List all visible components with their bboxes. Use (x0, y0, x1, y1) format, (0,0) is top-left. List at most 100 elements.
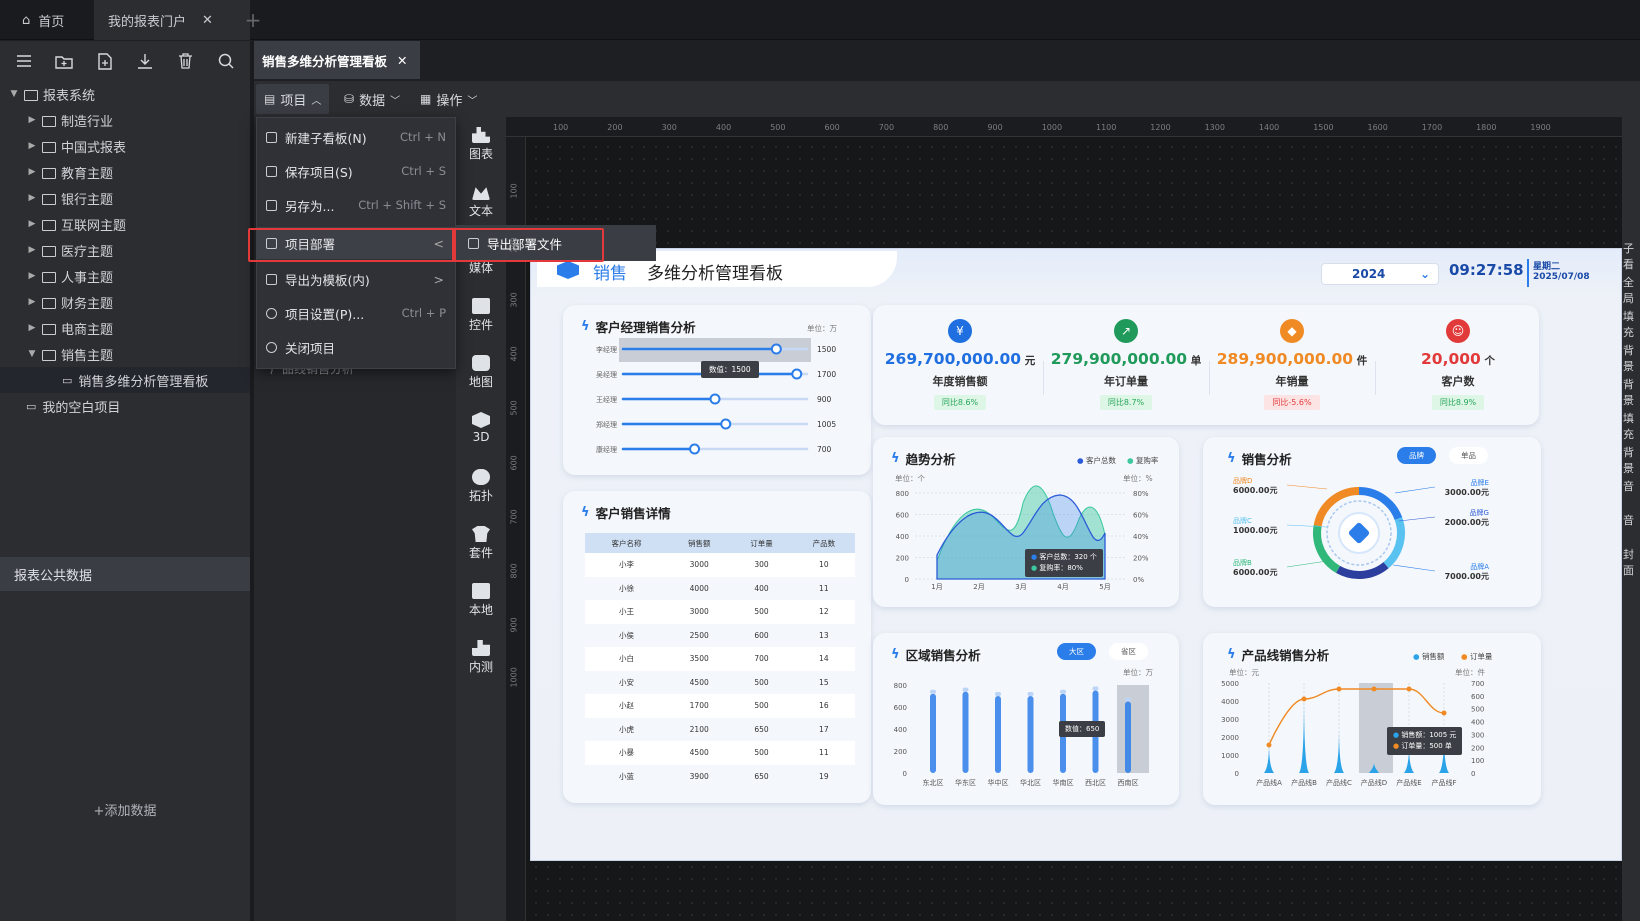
chevron-right-icon[interactable]: ▶ (26, 297, 38, 307)
year-select[interactable]: 2024 ⌄ (1321, 263, 1439, 285)
tab-home[interactable]: ⌂ 首页 (8, 0, 93, 40)
tooltip-line: ● 销售额：1005 元 (1393, 731, 1457, 739)
chevron-right-icon[interactable]: ▶ (26, 167, 38, 177)
tree-folder-label: 财务主题 (61, 296, 114, 312)
component-suite[interactable]: 套件 (456, 526, 506, 561)
component-control[interactable]: 控件 (456, 298, 506, 333)
delete-icon[interactable] (175, 51, 195, 71)
new-file-icon[interactable] (95, 51, 115, 71)
menu-item-export-template[interactable]: 导出为模板(内) > (256, 261, 456, 297)
tree-folder[interactable]: ▶ 医疗主题 (0, 237, 250, 263)
tree-folder[interactable]: ▶ 银行主题 (0, 185, 250, 211)
menu-icon[interactable] (14, 51, 34, 71)
tree-folder[interactable]: ▼ 销售主题 (0, 341, 250, 367)
trend-card[interactable]: ϟ 趋势分析 ● 客户总数 ● 复购率 单位：个 单位：% 800 80% 600 60… (873, 437, 1179, 607)
ruler-tick-label: 1100 (1096, 123, 1117, 132)
table-cell: 700 (730, 647, 793, 671)
menu-project[interactable]: ▤ 项目 ︿ (256, 84, 330, 114)
chevron-right-icon[interactable]: ▶ (26, 193, 38, 203)
component-text[interactable]: 文本 (456, 184, 506, 219)
download-icon[interactable] (135, 51, 155, 71)
region-bar-cap (930, 689, 936, 694)
product-line-card[interactable]: ϟ 产品线销售分析 ● 销售额 ● 订单量 单位：元 单位：件 5000 4000 3… (1203, 633, 1541, 805)
tree-folder[interactable]: ▶ 人事主题 (0, 263, 250, 289)
chevron-right-icon[interactable]: ▶ (26, 115, 38, 125)
menu-operate-label: 操作 (436, 93, 463, 109)
clock-divider (1527, 259, 1529, 287)
menu-item-close[interactable]: 关闭项目 (256, 329, 456, 365)
component-map[interactable]: 地图 (456, 355, 506, 390)
tree-item-label: 我的空白项目 (42, 400, 121, 416)
table-cell: 10 (792, 553, 855, 577)
clock-weekday: 星期二 (1533, 262, 1561, 272)
menu-item-save[interactable]: 保存项目(S) Ctrl + S (256, 153, 456, 189)
component-3d[interactable]: 3D (456, 412, 506, 444)
highlight-box (248, 228, 456, 262)
kpi-value: 20,000 (1421, 350, 1481, 368)
chevron-down-icon[interactable]: ▼ (26, 349, 38, 359)
x-tick-label: 西北区 (1085, 779, 1106, 787)
ruler-tick-label: 700 (878, 123, 895, 132)
control-icon (472, 298, 490, 314)
chevron-right-icon[interactable]: ▶ (26, 245, 38, 255)
tree-folder[interactable]: ▶ 财务主题 (0, 289, 250, 315)
chevron-right-icon[interactable]: ▶ (26, 323, 38, 333)
tree-folder[interactable]: ▶ 教育主题 (0, 159, 250, 185)
region-bar (1125, 701, 1131, 773)
tree-folder[interactable]: ▶ 电商主题 (0, 315, 250, 341)
donut-label-name: 品牌C (1233, 516, 1252, 525)
tree-folder[interactable]: ▶ 中国式报表 (0, 133, 250, 159)
clock-time: 09:27:58 (1449, 261, 1524, 279)
region-sales-card[interactable]: ϟ 区域销售分析 大区 省区 单位：万 800 600 400 200 0 东北区 华东区 华中… (873, 633, 1179, 805)
new-folder-icon[interactable] (54, 51, 74, 71)
search-icon[interactable] (216, 51, 236, 71)
customer-detail-card[interactable]: ϟ 客户销售详情 客户名称 销售额 订单量 产品数 小李 3000 300 10 小徐 4000 4… (563, 491, 871, 803)
close-icon[interactable]: ✕ (397, 53, 407, 68)
table-row: 小安 4500 500 15 (585, 671, 855, 695)
puzzle-icon (472, 583, 490, 599)
kpi-label: 年订单量 (1104, 375, 1148, 388)
manager-sales-card[interactable]: ϟ 客户经理销售分析 单位：万 李经理 1500 吴经理 1700 王经理 900 郑经理 10… (563, 305, 871, 475)
component-local[interactable]: 本地 (456, 583, 506, 618)
tree-item[interactable]: ▭ 我的空白项目 (0, 393, 250, 419)
component-beta[interactable]: 内测 (456, 640, 506, 675)
sidebar-toolbar (0, 41, 250, 81)
component-chart[interactable]: 图表 (456, 127, 506, 162)
document-tab[interactable]: 销售多维分析管理看板 ✕ (254, 41, 420, 79)
tooltip-line: ● 复购率：80% (1031, 564, 1083, 572)
ruler-tick-label: 1900 (1530, 123, 1551, 132)
menu-data[interactable]: ⛁ 数据 ﹀ (336, 84, 408, 114)
y2-tick-label: 700 (1471, 680, 1484, 688)
tree-root[interactable]: ▼ 报表系统 (0, 81, 250, 107)
menu-operate[interactable]: ▦ 操作 ﹀ (412, 84, 485, 114)
tree-item-selected[interactable]: ▭ 销售多维分析管理看板 (0, 367, 250, 393)
close-icon[interactable]: ✕ (202, 13, 213, 28)
table-cell: 4500 (689, 677, 709, 687)
tab-portal-label: 我的报表门户 (108, 14, 187, 30)
report-tree: ▼ 报表系统 ▶ 制造行业 ▶ 中国式报表 ▶ 教育主题 ▶ 银行主题 ▶ 互联网主题 ▶ 医… (0, 81, 250, 419)
trend-tooltip: ● 客户总数：320 个 ● 复购率：80% (1025, 549, 1103, 577)
chevron-right-icon[interactable]: ▶ (26, 219, 38, 229)
public-data-header[interactable]: 报表公共数据 (0, 557, 250, 591)
dashboard-preview[interactable]: 销售 多维分析管理看板 2024 ⌄ 09:27:58 星期二 2025/07/0… (530, 248, 1622, 861)
sales-analysis-card[interactable]: ϟ 销售分析 品牌 单品 品牌D 6000.00元 品牌C 1000.00元 品牌B 600… (1203, 437, 1541, 607)
table-cell: 11 (819, 583, 829, 593)
tree-folder[interactable]: ▶ 互联网主题 (0, 211, 250, 237)
region-bar-chart: 800 600 400 200 0 东北区 华东区 华中区 华北区 华南区 西北区 西南区 (894, 682, 1149, 787)
add-data-button[interactable]: +添加数据 (0, 800, 250, 819)
tree-folder[interactable]: ▶ 制造行业 (0, 107, 250, 133)
chevron-right-icon[interactable]: ▶ (26, 271, 38, 281)
table-cell: 300 (730, 553, 793, 577)
menu-item-new-sub-board[interactable]: 新建子看板(N) Ctrl + N (256, 119, 456, 155)
menu-item-settings[interactable]: 项目设置(P)... Ctrl + P (256, 295, 456, 331)
x-tick-label: 华北区 (1020, 778, 1041, 787)
kpi-value: 279,900,000.00 (1050, 350, 1188, 368)
property-label: 音 (1623, 480, 1634, 493)
chevron-right-icon[interactable]: ▶ (26, 141, 38, 151)
add-tab-button[interactable]: + (238, 0, 268, 40)
tab-report-portal[interactable]: 我的报表门户 ✕ (94, 0, 250, 40)
chevron-down-icon[interactable]: ▼ (8, 89, 20, 99)
component-topology[interactable]: 拓扑 (456, 469, 506, 504)
menu-item-save-as[interactable]: 另存为... Ctrl + Shift + S (256, 187, 456, 223)
component-label: 文本 (468, 204, 493, 218)
